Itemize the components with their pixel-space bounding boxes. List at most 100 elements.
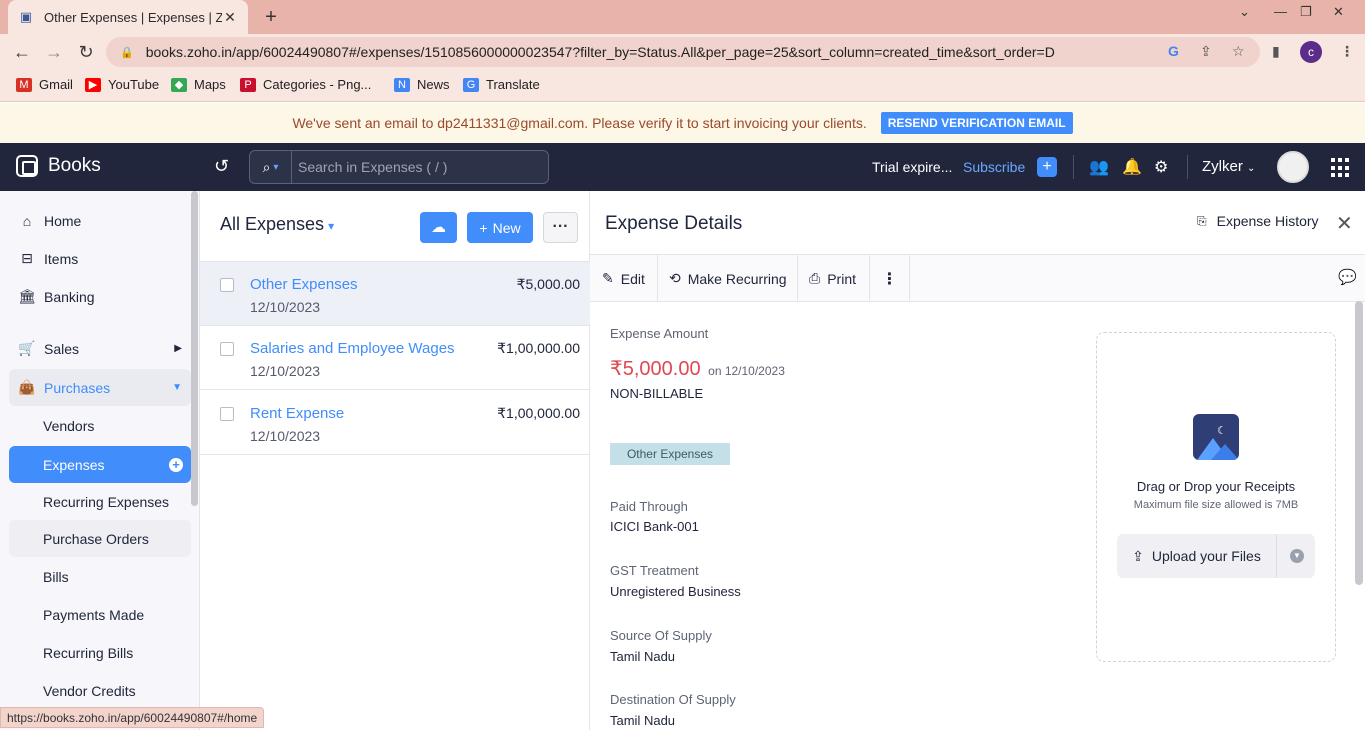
sidebar-item-vendor-credits[interactable]: Vendor Credits xyxy=(9,672,191,709)
notifications-bell-icon[interactable]: 🔔 xyxy=(1122,157,1142,177)
sidebar-item-recurring-bills[interactable]: Recurring Bills xyxy=(9,634,191,671)
back-icon[interactable]: ← xyxy=(12,42,32,63)
share-icon[interactable]: ⇪ xyxy=(1200,43,1212,60)
sidebar-item-label: Recurring Bills xyxy=(43,644,134,661)
upload-receipt-button[interactable]: ☁ xyxy=(420,212,457,243)
cart-icon: 🛒 xyxy=(18,340,36,356)
search-input[interactable] xyxy=(292,159,548,175)
print-button[interactable]: ⎙ Print xyxy=(798,255,870,302)
sidebar-item-label: Purchases xyxy=(44,379,111,396)
pencil-icon: ✎ xyxy=(602,270,614,286)
books-logo[interactable]: Books xyxy=(16,155,101,177)
chevron-down-icon: ⌄ xyxy=(1247,163,1256,174)
browser-menu-icon[interactable]: ⋮ xyxy=(1340,43,1354,60)
reload-icon[interactable]: ↻ xyxy=(76,42,96,63)
bookmark-news[interactable]: N News xyxy=(394,77,450,92)
recent-history-icon[interactable]: ↺ xyxy=(214,156,229,177)
new-tab-icon[interactable]: + xyxy=(260,6,282,29)
expense-name[interactable]: Other Expenses xyxy=(250,276,358,293)
sidebar-item-purchase-orders[interactable]: Purchase Orders xyxy=(9,520,191,557)
sidebar-item-expenses[interactable]: Expenses + xyxy=(9,446,191,483)
history-icon: ⎘ xyxy=(1197,213,1207,228)
table-row[interactable]: Salaries and Employee Wages 12/10/2023 ₹… xyxy=(200,326,590,390)
sidebar-item-label: Recurring Expenses xyxy=(43,493,170,510)
receipt-dropzone[interactable]: ☾ Drag or Drop your Receipts Maximum fil… xyxy=(1096,332,1336,662)
bookmark-star-icon[interactable]: ☆ xyxy=(1232,43,1245,60)
users-icon[interactable]: 👥 xyxy=(1089,157,1109,177)
sidebar-item-bills[interactable]: Bills xyxy=(9,558,191,595)
row-checkbox[interactable] xyxy=(220,342,234,356)
minimize-icon[interactable]: — xyxy=(1274,4,1287,19)
forward-icon[interactable]: → xyxy=(44,42,64,63)
tab-search-icon[interactable]: ⌄ xyxy=(1239,4,1250,20)
upload-options-dropdown-icon[interactable]: ▼ xyxy=(1290,549,1304,563)
bookmark-categories[interactable]: P Categories - Png... xyxy=(240,77,371,92)
user-avatar[interactable] xyxy=(1277,151,1309,183)
browser-tab[interactable]: ▣ Other Expenses | Expenses | Zoho ✕ xyxy=(8,0,248,34)
banner-message: We've sent an email to dp2411331@gmail.c… xyxy=(292,115,867,131)
bookmark-label: YouTube xyxy=(108,77,160,92)
tab-close-icon[interactable]: ✕ xyxy=(222,9,238,26)
sidebar-item-purchases[interactable]: 👜 Purchases ▼ xyxy=(9,369,191,406)
address-bar[interactable]: 🔒 books.zoho.in/app/60024490807#/expense… xyxy=(106,37,1260,67)
trial-status[interactable]: Trial expire... xyxy=(872,159,952,175)
table-row[interactable]: Other Expenses 12/10/2023 ₹5,000.00 xyxy=(200,262,590,326)
maps-icon: ◆ xyxy=(171,77,187,92)
expense-amount-label: Expense Amount xyxy=(610,326,709,341)
expense-name[interactable]: Salaries and Employee Wages xyxy=(250,340,455,357)
subscribe-link[interactable]: Subscribe xyxy=(963,159,1025,175)
bookmark-youtube[interactable]: ▶ YouTube xyxy=(85,77,159,92)
expense-date: 12/10/2023 xyxy=(250,299,321,315)
table-row[interactable]: Rent Expense 12/10/2023 ₹1,00,000.00 xyxy=(200,391,590,455)
sidebar-item-home[interactable]: ⌂ Home xyxy=(9,202,191,239)
home-icon: ⌂ xyxy=(22,212,32,229)
view-selector[interactable]: All Expenses ▾ xyxy=(220,214,334,235)
sidebar-item-recurring-expenses[interactable]: Recurring Expenses xyxy=(9,483,191,520)
close-icon[interactable]: ✕ xyxy=(1336,211,1353,236)
amount-date: on 12/10/2023 xyxy=(708,364,785,378)
profile-avatar[interactable]: c xyxy=(1300,41,1322,63)
app-launcher-icon[interactable] xyxy=(1331,158,1351,178)
browser-toolbar: ← → ↻ 🔒 books.zoho.in/app/60024490807#/e… xyxy=(0,34,1365,70)
resend-verification-button[interactable]: RESEND VERIFICATION EMAIL xyxy=(880,112,1073,134)
bookmark-gmail[interactable]: M Gmail xyxy=(16,77,73,92)
receipt-image-icon: ☾ xyxy=(1193,414,1239,460)
sidebar-item-vendors[interactable]: Vendors xyxy=(9,407,191,444)
search-icon[interactable]: ⌕ ▾ xyxy=(250,151,292,183)
detail-scrollbar[interactable] xyxy=(1355,301,1363,585)
header-divider xyxy=(1187,155,1188,179)
make-recurring-button[interactable]: ⟲ Make Recurring xyxy=(658,255,798,302)
expense-name[interactable]: Rent Expense xyxy=(250,405,344,422)
sidebar-scrollbar[interactable] xyxy=(191,191,198,506)
more-actions-button[interactable]: ⋮ xyxy=(870,255,910,302)
sidebar-item-items[interactable]: ⊟ Items xyxy=(9,240,191,277)
row-checkbox[interactable] xyxy=(220,278,234,292)
comments-icon[interactable]: 💬 xyxy=(1338,268,1357,286)
sidebar-item-banking[interactable]: 🏛 Banking xyxy=(9,278,191,315)
edit-button[interactable]: ✎ Edit xyxy=(590,255,658,302)
quick-create-button[interactable]: + xyxy=(1037,157,1057,177)
window-close-icon[interactable]: ✕ xyxy=(1333,4,1344,20)
more-options-button[interactable]: ··· xyxy=(543,212,578,243)
bookmark-translate[interactable]: G Translate xyxy=(463,77,540,92)
row-checkbox[interactable] xyxy=(220,407,234,421)
expense-history-button[interactable]: ⎘ Expense History xyxy=(1197,213,1319,229)
upload-files-button[interactable]: ⇪ Upload your Files xyxy=(1117,534,1277,578)
lock-icon: 🔒 xyxy=(120,46,134,59)
dropzone-title: Drag or Drop your Receipts xyxy=(1136,479,1296,494)
new-expense-button[interactable]: + New xyxy=(467,212,533,243)
google-icon[interactable]: G xyxy=(1168,43,1179,59)
settings-gear-icon[interactable]: ⚙ xyxy=(1154,157,1168,177)
sidebar-item-payments-made[interactable]: Payments Made xyxy=(9,596,191,633)
side-panel-icon[interactable]: ▮ xyxy=(1272,43,1280,60)
organization-switcher[interactable]: Zylker ⌄ xyxy=(1202,158,1255,175)
detail-body: Expense Amount ₹5,000.00 on 12/10/2023 N… xyxy=(590,302,1365,730)
bookmark-maps[interactable]: ◆ Maps xyxy=(171,77,226,92)
sidebar-item-sales[interactable]: 🛒 Sales ▶ xyxy=(9,330,191,367)
expense-amount: ₹1,00,000.00 xyxy=(497,405,580,421)
add-expense-icon[interactable]: + xyxy=(169,457,183,472)
view-title: All Expenses xyxy=(220,214,325,234)
restore-icon[interactable]: ❐ xyxy=(1300,4,1312,20)
app-header: Books ↺ ⌕▾ Trial expire... Subscribe + 👥… xyxy=(0,143,1365,191)
bookmark-label: Gmail xyxy=(39,77,73,92)
